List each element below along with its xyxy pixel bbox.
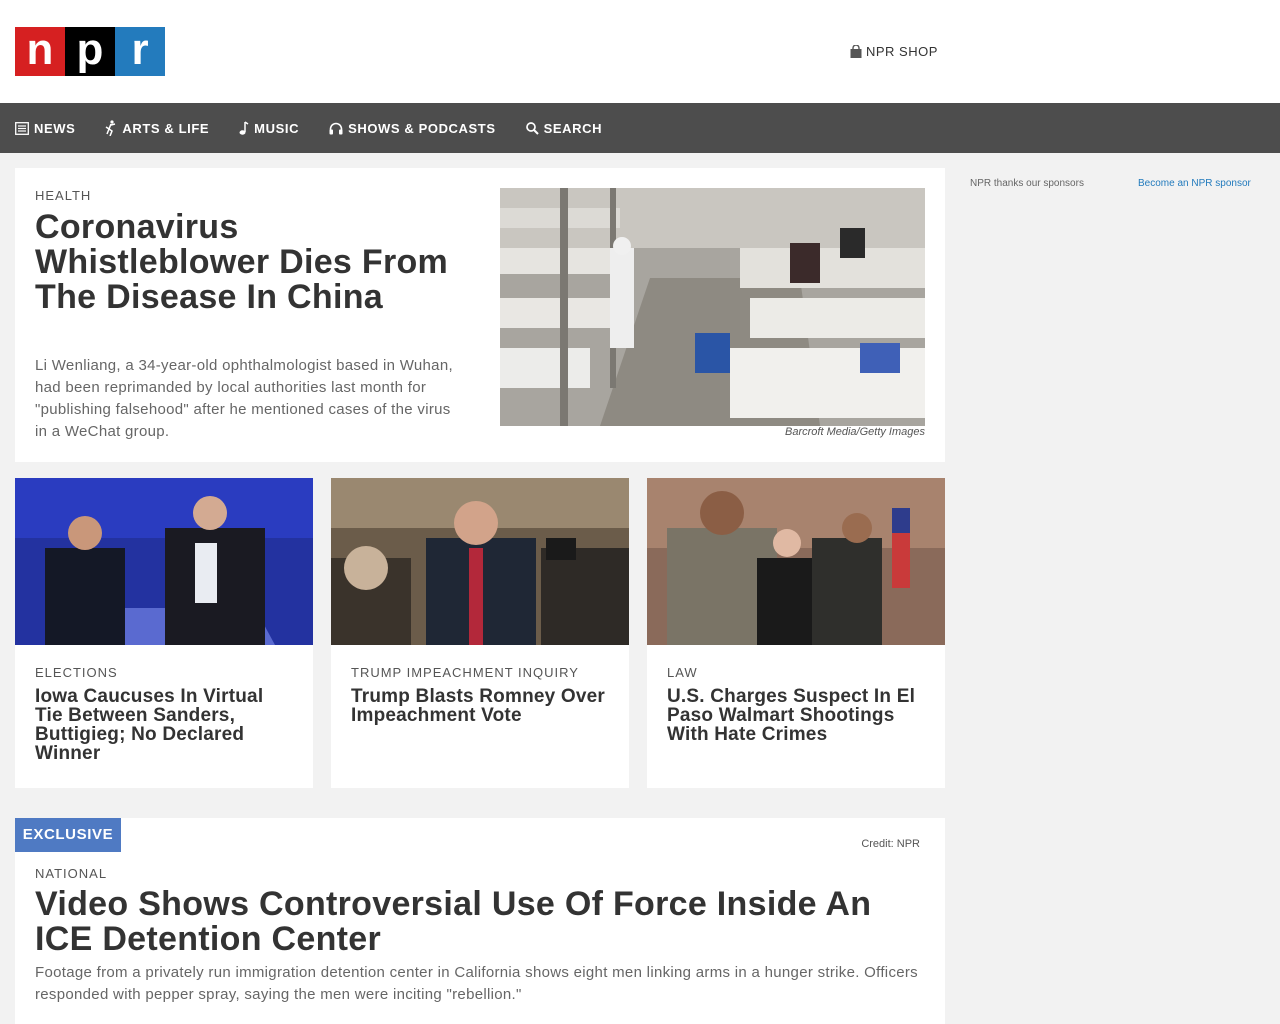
npr-shop-label: NPR SHOP [866, 44, 938, 59]
nav-item-search[interactable]: SEARCH [525, 120, 603, 136]
logo-letter-p: p [65, 27, 115, 76]
story-headline[interactable]: Trump Blasts Romney Over Impeachment Vot… [351, 687, 611, 725]
story-teaser: Li Wenliang, a 34-year-old ophthalmologi… [35, 357, 453, 440]
exclusive-badge: EXCLUSIVE [15, 818, 121, 852]
logo-letter-r: r [115, 27, 165, 76]
story-image-hospital-ward[interactable] [500, 188, 925, 426]
story-card: TRUMP IMPEACHMENT INQUIRY Trump Blasts R… [331, 478, 629, 788]
story-image-court[interactable] [647, 478, 945, 645]
nav-item-shows-podcasts[interactable]: SHOWS & PODCASTS [329, 121, 496, 136]
shopping-bag-icon [850, 45, 862, 58]
image-credit: Credit: NPR [861, 838, 920, 850]
become-sponsor-link[interactable]: Become an NPR sponsor [1138, 178, 1251, 189]
nav-item-music[interactable]: MUSIC [239, 121, 299, 136]
main-nav: NEWS ARTS & LIFE MUSIC SHOWS & PODCASTS … [0, 103, 1280, 153]
story-image-debate[interactable] [15, 478, 313, 645]
story-headline[interactable]: Iowa Caucuses In Virtual Tie Between San… [35, 687, 295, 763]
nav-item-label: NEWS [34, 120, 76, 136]
featured-story-card: EXCLUSIVE Credit: NPR NATIONAL Video Sho… [15, 818, 945, 1024]
news-icon [15, 121, 29, 135]
nav-item-label: SEARCH [543, 120, 603, 136]
story-card: LAW U.S. Charges Suspect In El Paso Walm… [647, 478, 945, 788]
story-card: ELECTIONS Iowa Caucuses In Virtual Tie B… [15, 478, 313, 788]
story-slug[interactable]: TRUMP IMPEACHMENT INQUIRY [351, 665, 579, 680]
lead-story-card: HEALTH Coronavirus Whistleblower Dies Fr… [15, 168, 945, 462]
story-headline[interactable]: Coronavirus Whistleblower Dies From The … [35, 210, 455, 315]
nav-item-arts-life[interactable]: ARTS & LIFE [105, 120, 209, 136]
sponsor-thanks-text: NPR thanks our sponsors [970, 178, 1084, 189]
nav-item-label: ARTS & LIFE [122, 120, 210, 136]
search-icon [525, 121, 539, 135]
logo-letter-n: n [15, 27, 65, 76]
site-header: n p r NPR SHOP [0, 0, 1280, 103]
story-slug[interactable]: ELECTIONS [35, 665, 118, 680]
nav-item-label: SHOWS & PODCASTS [348, 120, 496, 136]
story-image-romney[interactable] [331, 478, 629, 645]
story-slug[interactable]: HEALTH [35, 188, 91, 203]
story-teaser: Footage from a privately run immigration… [35, 964, 918, 1003]
nav-item-label: MUSIC [254, 120, 300, 136]
story-slug[interactable]: LAW [667, 665, 698, 680]
headphones-icon [329, 122, 343, 135]
npr-shop-link[interactable]: NPR SHOP [850, 44, 938, 59]
image-credit: Barcroft Media/Getty Images [785, 426, 925, 438]
music-note-icon [239, 121, 249, 135]
story-slug[interactable]: NATIONAL [35, 866, 107, 881]
npr-logo[interactable]: n p r [15, 27, 165, 76]
story-headline[interactable]: Video Shows Controversial Use Of Force I… [35, 887, 925, 957]
story-headline[interactable]: U.S. Charges Suspect In El Paso Walmart … [667, 687, 927, 744]
nav-item-news[interactable]: NEWS [15, 121, 75, 136]
arts-life-icon [105, 120, 117, 136]
